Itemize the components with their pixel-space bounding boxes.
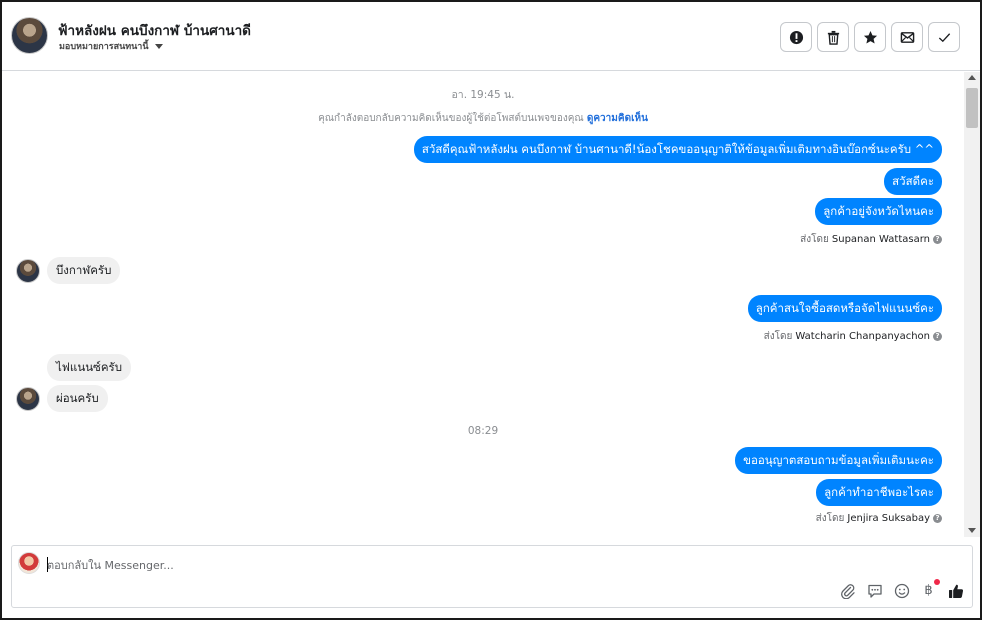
mark-spam-button[interactable] xyxy=(780,22,812,52)
outgoing-message[interactable]: ลูกค้าสนใจซื้อสดหรือจัดไฟแนนซ์คะ xyxy=(747,295,942,322)
view-comment-link[interactable]: ดูความคิดเห็น xyxy=(587,113,648,124)
delete-button[interactable] xyxy=(817,22,849,52)
payment-icon: ฿ xyxy=(924,583,933,598)
outgoing-message[interactable]: สวัสดีคะ xyxy=(884,168,942,195)
sent-by-label: ส่งโดย Watcharin Chanpanyachon ? xyxy=(764,329,942,344)
chevron-down-icon xyxy=(154,43,163,49)
sender-name: Supanan Wattasarn xyxy=(831,234,930,245)
scroll-thumb[interactable] xyxy=(966,88,978,128)
saved-reply-icon xyxy=(867,584,882,598)
sent-by-label: ส่งโดย Jenjira Suksabay ? xyxy=(816,511,942,526)
incoming-message[interactable]: ผ่อนครับ xyxy=(47,385,108,412)
notice-text: คุณกำลังตอบกลับความคิดเห็นของผู้ใช้ต่อโพ… xyxy=(318,113,584,124)
mark-spam-icon xyxy=(789,30,803,44)
emoji-button[interactable] xyxy=(893,582,910,599)
sent-by-prefix: ส่งโดย xyxy=(763,331,793,342)
timestamp: อา. 19:45 น. xyxy=(451,89,515,101)
sender-name: Watcharin Chanpanyachon xyxy=(795,331,930,342)
timestamp: 08:29 xyxy=(467,425,499,437)
notification-dot xyxy=(934,579,940,585)
emoji-icon xyxy=(894,583,909,598)
mark-unread-button[interactable] xyxy=(891,22,923,52)
payment-button[interactable]: ฿ xyxy=(920,579,940,599)
contact-avatar-small[interactable] xyxy=(16,387,40,411)
checkmark-icon xyxy=(938,32,950,42)
message-thread[interactable]: อา. 19:45 น. คุณกำลังตอบกลับความคิดเห็นข… xyxy=(2,72,964,537)
mark-unread-icon xyxy=(900,31,914,43)
assign-label: มอบหมายการสนทนานี้ xyxy=(59,42,149,52)
thread-scrollbar[interactable] xyxy=(964,72,980,537)
comment-reply-notice: คุณกำลังตอบกลับความคิดเห็นของผู้ใช้ต่อโพ… xyxy=(2,111,964,126)
page-avatar xyxy=(18,552,40,574)
conversation-header: ฟ้าหลังฝน คนบึงกาฬ บ้านศานาดี มอบหมายการ… xyxy=(2,2,980,71)
reply-composer: ฿ xyxy=(11,545,973,608)
outgoing-message[interactable]: ขออนุญาตสอบถามข้อมูลเพิ่มเติมนะคะ xyxy=(735,447,942,474)
scroll-up-arrow-icon[interactable] xyxy=(968,75,976,80)
star-button[interactable] xyxy=(854,22,886,52)
contact-avatar[interactable] xyxy=(11,17,48,54)
help-icon[interactable]: ? xyxy=(933,332,942,341)
outgoing-message[interactable]: ลูกค้าทำอาชีพอะไรคะ xyxy=(816,479,942,506)
saved-reply-button[interactable] xyxy=(866,582,883,599)
delete-icon xyxy=(827,30,839,45)
sent-by-prefix: ส่งโดย xyxy=(800,234,829,245)
incoming-message[interactable]: ไฟแนนซ์ครับ xyxy=(47,354,132,381)
scroll-down-arrow-icon[interactable] xyxy=(968,528,976,533)
star-icon xyxy=(863,30,877,43)
help-icon[interactable]: ? xyxy=(933,235,942,244)
contact-avatar-small[interactable] xyxy=(16,259,40,283)
conversation-actions xyxy=(780,22,960,52)
outgoing-message[interactable]: สวัสดีคุณฟ้าหลังฝน คนบึงกาฬ บ้านศานาดี!น… xyxy=(413,136,942,163)
contact-name[interactable]: ฟ้าหลังฝน คนบึงกาฬ บ้านศานาดี xyxy=(58,19,251,41)
like-button[interactable] xyxy=(947,582,964,599)
attach-button[interactable] xyxy=(839,582,856,599)
like-icon xyxy=(948,584,963,598)
help-icon[interactable]: ? xyxy=(933,514,942,523)
outgoing-message[interactable]: ลูกค้าอยู่จังหวัดไหนคะ xyxy=(815,198,942,225)
assign-conversation-dropdown[interactable]: มอบหมายการสนทนานี้ xyxy=(59,39,163,53)
attach-icon xyxy=(840,583,855,599)
mark-done-button[interactable] xyxy=(928,22,960,52)
reply-input[interactable] xyxy=(47,556,747,574)
sent-by-label: ส่งโดย Supanan Wattasarn ? xyxy=(800,232,942,247)
incoming-message[interactable]: บึงกาฬครับ xyxy=(47,257,121,284)
sent-by-prefix: ส่งโดย xyxy=(815,513,845,524)
composer-tools: ฿ xyxy=(839,579,964,599)
sender-name: Jenjira Suksabay xyxy=(847,513,930,524)
